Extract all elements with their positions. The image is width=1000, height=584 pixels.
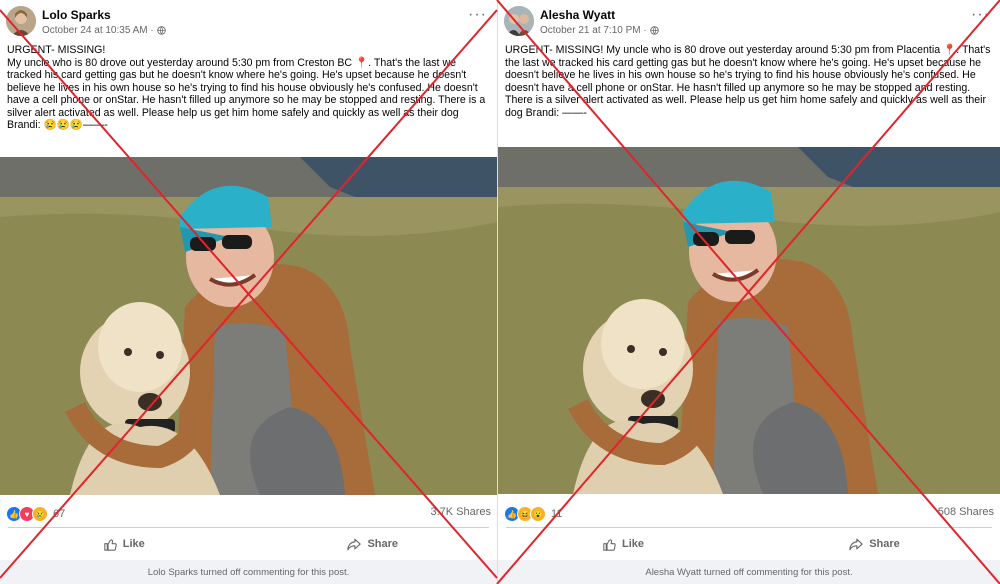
reaction-count: 11	[551, 508, 563, 520]
divider	[506, 527, 992, 528]
author-name[interactable]: Alesha Wyatt	[540, 8, 615, 22]
post-card-left: Lolo Sparks October 24 at 10:35 AM · ···…	[0, 0, 497, 584]
commenting-off-notice: Alesha Wyatt turned off commenting for t…	[498, 560, 1000, 584]
share-label: Share	[367, 538, 399, 550]
commenting-off-notice: Lolo Sparks turned off commenting for th…	[0, 560, 497, 584]
sad-reaction-icon: 😢	[32, 506, 48, 522]
post-photo[interactable]	[0, 157, 497, 495]
thumbs-up-icon	[603, 538, 616, 551]
post-timestamp[interactable]: October 21 at 7:10 PM ·	[540, 25, 647, 36]
avatar[interactable]	[504, 6, 534, 36]
post-text: URGENT- MISSING! My uncle who is 80 drov…	[505, 44, 991, 119]
reaction-count: 67	[53, 508, 66, 520]
more-options-icon[interactable]: ···	[971, 7, 990, 23]
avatar[interactable]	[6, 6, 36, 36]
share-button[interactable]: Share	[749, 533, 1000, 555]
like-button[interactable]: Like	[498, 533, 749, 555]
globe-icon	[157, 26, 166, 35]
author-name[interactable]: Lolo Sparks	[42, 8, 111, 22]
share-button[interactable]: Share	[249, 533, 498, 555]
post-text: URGENT- MISSING! My uncle who is 80 drov…	[7, 44, 486, 131]
post-card-right: Alesha Wyatt October 21 at 7:10 PM · ···…	[497, 0, 1000, 584]
action-bar: Like Share	[498, 533, 1000, 555]
globe-icon	[649, 26, 659, 35]
post-meta: October 21 at 7:10 PM ·	[540, 25, 659, 36]
like-label: Like	[122, 538, 145, 550]
share-count[interactable]: 3.7K Shares	[430, 506, 491, 518]
share-arrow-icon	[849, 538, 863, 550]
reaction-summary[interactable]: 👍 ♥ 😢 67	[6, 506, 65, 522]
share-count[interactable]: 508 Shares	[938, 506, 994, 518]
more-options-icon[interactable]: ···	[468, 7, 487, 23]
like-label: Like	[621, 538, 644, 550]
wow-reaction-icon: 😮	[530, 506, 546, 522]
share-label: Share	[869, 538, 900, 550]
like-button[interactable]: Like	[0, 533, 249, 555]
post-timestamp[interactable]: October 24 at 10:35 AM ·	[42, 25, 154, 36]
thumbs-up-icon	[104, 538, 117, 551]
share-arrow-icon	[347, 538, 362, 550]
action-bar: Like Share	[0, 533, 497, 555]
post-photo[interactable]	[498, 147, 1000, 494]
divider	[8, 527, 489, 528]
reaction-summary[interactable]: 👍 😆 😮 11	[504, 506, 562, 522]
post-meta: October 24 at 10:35 AM ·	[42, 25, 166, 36]
